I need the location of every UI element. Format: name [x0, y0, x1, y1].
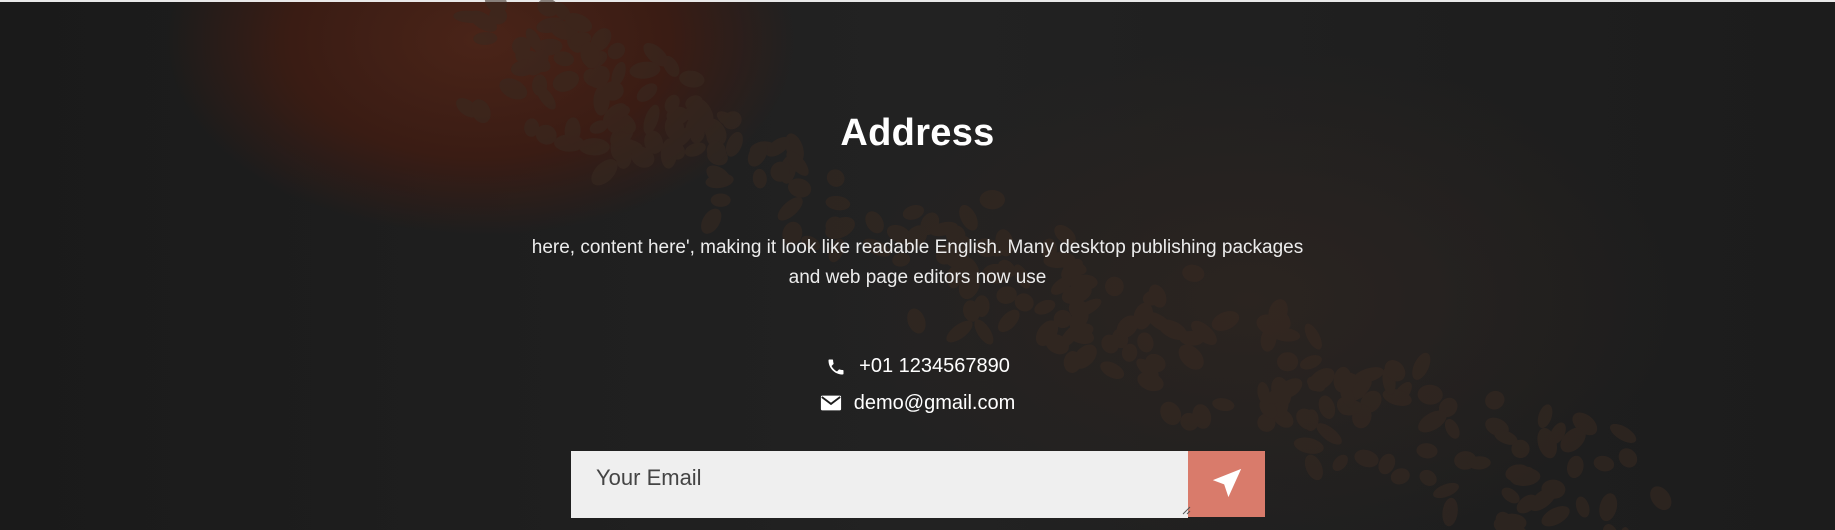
section-title: Address — [840, 112, 995, 154]
address-section: Address here, content here', making it l… — [0, 0, 1835, 530]
email-input[interactable] — [571, 451, 1188, 518]
resize-handle[interactable] — [1181, 505, 1191, 515]
section-description: here, content here', making it look like… — [531, 237, 1304, 288]
email-link[interactable]: demo@gmail.com — [854, 392, 1015, 415]
phone-row: +01 1234567890 — [0, 355, 1835, 378]
send-button[interactable] — [1188, 451, 1265, 517]
send-icon — [1210, 466, 1244, 503]
newsletter-form — [571, 451, 1265, 518]
email-row: demo@gmail.com — [0, 392, 1835, 415]
phone-link[interactable]: +01 1234567890 — [859, 355, 1010, 378]
envelope-icon — [820, 394, 842, 414]
phone-icon — [825, 357, 847, 377]
